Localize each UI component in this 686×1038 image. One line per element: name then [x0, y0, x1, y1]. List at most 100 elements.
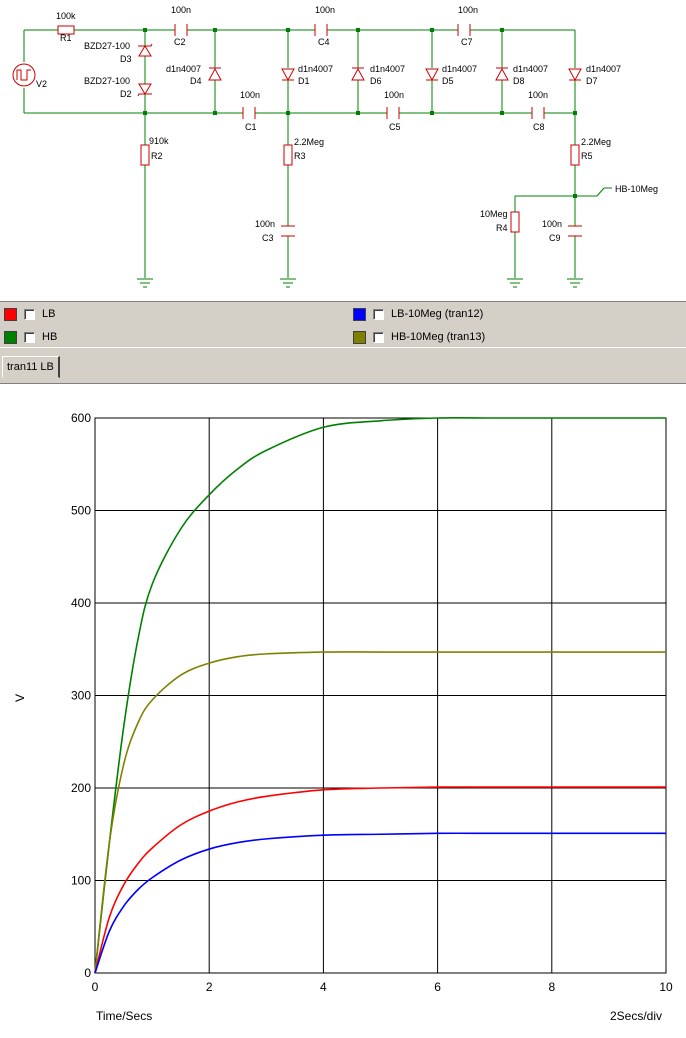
- c8-value: 100n: [528, 90, 548, 100]
- capacitor-c7: [457, 24, 471, 36]
- c7-ref: C7: [461, 37, 473, 47]
- capacitor-c3: [281, 225, 295, 237]
- legend-item-lb-10meg[interactable]: LB-10Meg (tran12): [353, 306, 483, 322]
- c9-value: 100n: [542, 219, 562, 229]
- y-tick-label: 400: [71, 596, 91, 610]
- c7-value: 100n: [458, 5, 478, 15]
- r1-ref: R1: [60, 33, 72, 43]
- trace-checkbox[interactable]: [24, 308, 35, 320]
- x-tick-label: 8: [548, 980, 555, 994]
- diode-d5: [425, 68, 439, 82]
- diode-d1: [281, 68, 295, 82]
- source-label: V2: [36, 79, 47, 89]
- legend-item-lb[interactable]: LB: [4, 306, 55, 322]
- resistor-r4: [510, 211, 520, 233]
- capacitor-c5: [386, 107, 400, 119]
- d3-value: BZD27-100: [84, 41, 130, 51]
- color-swatch: [353, 307, 366, 321]
- c3-value: 100n: [255, 219, 275, 229]
- diode-d6: [351, 67, 365, 81]
- y-tick-label: 500: [71, 504, 91, 518]
- zener-diode-d3: [138, 43, 153, 57]
- y-tick-label: 300: [71, 689, 91, 703]
- legend-label: LB-10Meg (tran12): [391, 308, 484, 320]
- r3-ref: R3: [294, 151, 306, 161]
- y-axis-label: V: [13, 694, 27, 702]
- d1-value: d1n4007: [298, 64, 333, 74]
- ground-symbols: [137, 278, 583, 288]
- capacitor-c4: [314, 24, 328, 36]
- c4-value: 100n: [315, 5, 335, 15]
- c8-ref: C8: [533, 122, 545, 132]
- r5-ref: R5: [581, 151, 593, 161]
- y-tick-label: 100: [71, 874, 91, 888]
- r5-value: 2.2Meg: [581, 137, 611, 147]
- c1-ref: C1: [245, 122, 257, 132]
- r3-value: 2.2Meg: [294, 137, 324, 147]
- c4-ref: C4: [318, 37, 330, 47]
- legend-label: HB: [42, 331, 58, 343]
- r4-value: 10Meg: [480, 209, 508, 219]
- legend-item-hb-10meg[interactable]: HB-10Meg (tran13): [353, 329, 485, 345]
- r4-ref: R4: [496, 223, 508, 233]
- trace-checkbox[interactable]: [24, 331, 35, 343]
- d5-value: d1n4007: [442, 64, 477, 74]
- capacitor-c9: [568, 225, 582, 237]
- c2-value: 100n: [171, 5, 191, 15]
- legend-item-hb[interactable]: HB: [4, 329, 57, 345]
- x-tick-label: 4: [320, 980, 327, 994]
- tab-tran11-lb[interactable]: tran11 LB: [2, 356, 60, 378]
- trace-checkbox[interactable]: [373, 308, 384, 320]
- axis-ticks: 0 2 4 6 8 10 100 200 300 400 500 600 0: [71, 411, 673, 994]
- x-tick-label: 6: [434, 980, 441, 994]
- color-swatch: [4, 307, 17, 321]
- d6-ref: D6: [370, 76, 382, 86]
- d5-ref: D5: [442, 76, 454, 86]
- transient-plot: 0 2 4 6 8 10 100 200 300 400 500 600 0 V Time/Secs 2…: [13, 411, 673, 1023]
- x-tick-label: 10: [659, 980, 673, 994]
- d8-value: d1n4007: [513, 64, 548, 74]
- d8-ref: D8: [513, 76, 525, 86]
- diode-d4: [208, 67, 222, 81]
- d2-value: BZD27-100: [84, 76, 130, 86]
- legend-label: LB: [42, 308, 56, 320]
- color-swatch: [4, 330, 17, 344]
- r2-value: 910k: [149, 136, 169, 146]
- zener-diode-d2: [137, 83, 152, 97]
- voltage-source-symbol: [12, 63, 36, 87]
- resistor-r3: [283, 144, 293, 166]
- x-axis-label: Time/Secs: [96, 1009, 152, 1023]
- y-tick-label: 200: [71, 781, 91, 795]
- plot-grid: [94, 417, 667, 974]
- diode-d8: [495, 67, 509, 81]
- series-line-lb-10meg-tran12-: [94, 832, 666, 974]
- d4-value: d1n4007: [166, 64, 201, 74]
- r1-value: 100k: [56, 11, 76, 21]
- probe-label: HB-10Meg: [615, 184, 658, 194]
- y-tick-label: 0: [84, 966, 91, 980]
- x-tick-label: 0: [92, 980, 99, 994]
- trace-legend-panel: LB HB LB-10Meg (tran12) HB-10Meg (tran13…: [0, 301, 686, 348]
- d7-ref: D7: [586, 76, 598, 86]
- c2-ref: C2: [174, 37, 186, 47]
- r2-ref: R2: [151, 151, 163, 161]
- d6-value: d1n4007: [370, 64, 405, 74]
- resistor-r2: [140, 144, 150, 166]
- y-tick-label: 600: [71, 411, 91, 425]
- series-line-hb-10meg-tran13-: [94, 651, 666, 974]
- d1-ref: D1: [298, 76, 310, 86]
- c1-value: 100n: [240, 90, 260, 100]
- c9-ref: C9: [549, 233, 561, 243]
- graph-tab-bar: tran11 LB: [0, 347, 686, 384]
- d4-ref: D4: [190, 76, 202, 86]
- capacitor-c1: [242, 107, 256, 119]
- d3-ref: D3: [120, 54, 132, 64]
- legend-label: HB-10Meg (tran13): [391, 331, 486, 343]
- d2-ref: D2: [120, 89, 132, 99]
- capacitor-c2: [174, 24, 188, 36]
- d7-value: d1n4007: [586, 64, 621, 74]
- trace-checkbox[interactable]: [373, 331, 384, 343]
- resistor-r5: [570, 144, 580, 166]
- c5-ref: C5: [389, 122, 401, 132]
- capacitor-c8: [531, 107, 545, 119]
